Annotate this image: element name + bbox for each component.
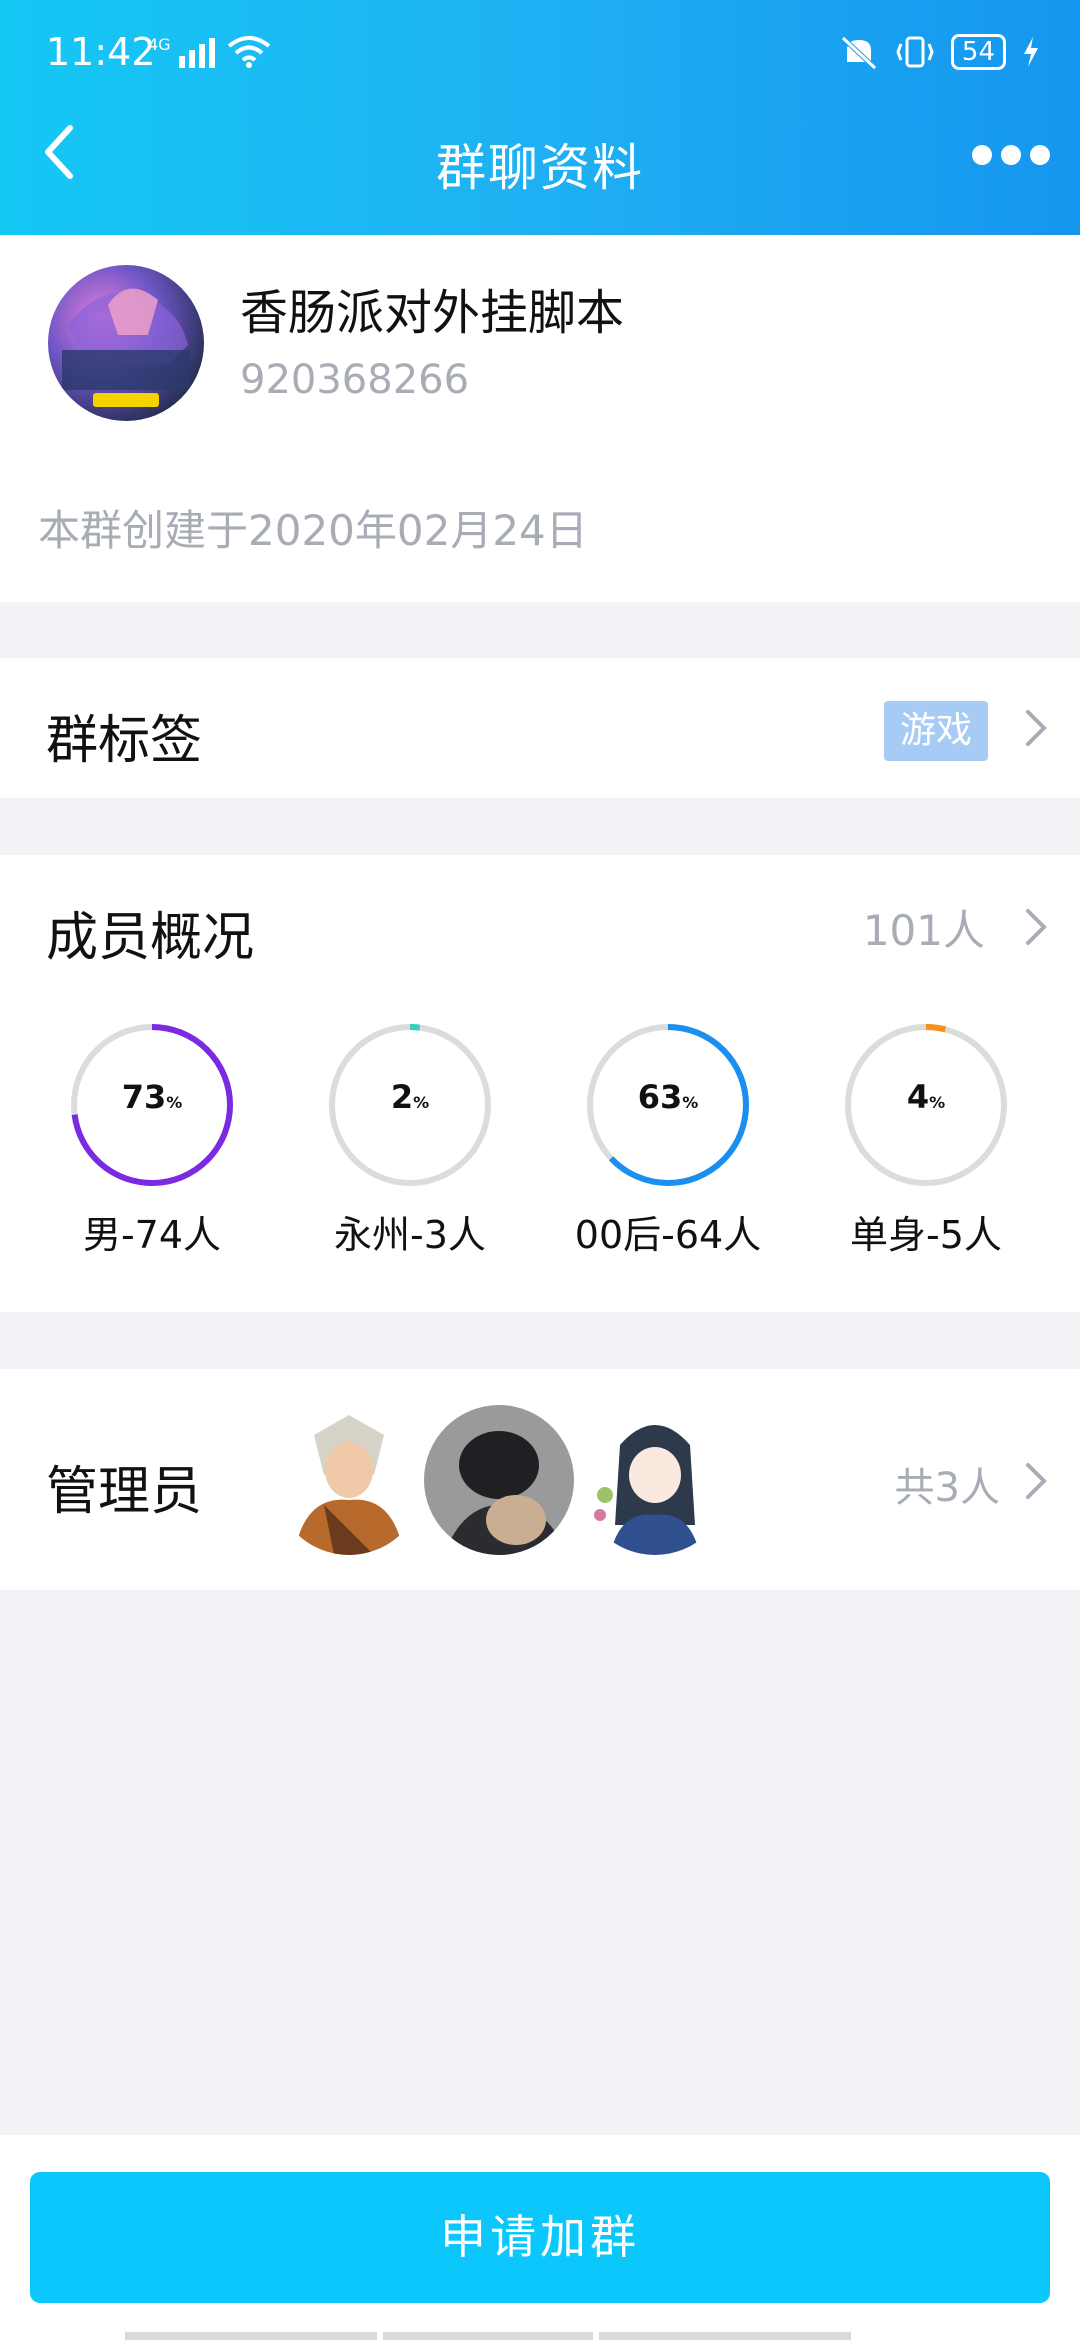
stat-label: 男-74人 (82, 1213, 222, 1257)
top-header: 11:42 4G 54 群聊资料 (0, 0, 1080, 235)
admin-avatar[interactable] (274, 1405, 424, 1555)
chevron-right-icon (1026, 710, 1047, 746)
vibrate-mute-icon (841, 36, 877, 70)
admin-row[interactable]: 管理员 共3人 (0, 1369, 1080, 1590)
member-overview-card[interactable]: 成员概况 101人 73% 男-74人 2% 永州-3人 63% 00后-64人… (0, 855, 1080, 1312)
group-profile-card: 香肠派对外挂脚本 920368266 本群创建于2020年02月24日 (0, 235, 1080, 602)
vibrate-icon (896, 36, 934, 68)
member-stat-location: 2% 永州-3人 (280, 1020, 540, 1259)
group-created-date: 本群创建于2020年02月24日 (38, 506, 588, 555)
signal-icon (178, 38, 215, 68)
admin-avatar[interactable] (580, 1405, 730, 1555)
member-overview-label: 成员概况 (46, 908, 255, 968)
stat-percent: 73 (121, 1078, 167, 1116)
battery-indicator: 54 (950, 34, 1006, 70)
gesture-bar (125, 2332, 851, 2340)
admin-avatar[interactable] (424, 1405, 574, 1555)
stat-percent: 4 (906, 1078, 930, 1116)
group-tag-badge: 游戏 (883, 701, 988, 761)
more-dot-icon (972, 145, 992, 165)
join-group-button[interactable]: 申请加群 (30, 2172, 1050, 2303)
group-id: 920368266 (240, 357, 470, 403)
admin-avatar-image (274, 1405, 424, 1555)
admin-label: 管理员 (46, 1462, 203, 1522)
status-network-icons: 4G (148, 35, 271, 68)
group-avatar[interactable] (48, 265, 204, 421)
admin-count: 共3人 (894, 1465, 1000, 1511)
member-stats: 73% 男-74人 2% 永州-3人 63% 00后-64人 4% 单身-5人 (0, 1020, 1080, 1280)
more-options-button[interactable] (972, 145, 1050, 165)
network-type: 4G (148, 35, 171, 54)
group-tag-label: 群标签 (46, 711, 203, 771)
group-name: 香肠派对外挂脚本 (240, 285, 625, 341)
chevron-right-icon (1026, 909, 1047, 945)
page-title: 群聊资料 (436, 139, 644, 197)
footer-bar: 申请加群 (0, 2135, 1080, 2340)
status-time: 11:42 (46, 30, 156, 74)
member-stat-age: 63% 00后-64人 (538, 1020, 798, 1259)
chevron-right-icon (1026, 1463, 1047, 1499)
more-dot-icon (1001, 145, 1021, 165)
stat-label: 00后-64人 (574, 1213, 762, 1257)
group-avatar-image (62, 288, 190, 407)
status-right: 54 (839, 34, 1040, 70)
stat-percent: 2 (390, 1078, 414, 1116)
stat-label: 单身-5人 (850, 1213, 1002, 1257)
stat-percent: 63 (637, 1078, 683, 1116)
wifi-icon (227, 36, 270, 68)
stat-label: 永州-3人 (334, 1213, 486, 1257)
charging-icon (1024, 37, 1038, 67)
member-stat-single: 4% 单身-5人 (796, 1020, 1056, 1259)
member-stat-gender: 73% 男-74人 (22, 1020, 282, 1259)
admin-avatar-image (580, 1405, 730, 1555)
group-tag-row[interactable]: 群标签 游戏 (0, 658, 1080, 798)
member-count: 101人 (862, 906, 985, 955)
more-dot-icon (1030, 145, 1050, 165)
admin-avatar-image (424, 1405, 574, 1555)
